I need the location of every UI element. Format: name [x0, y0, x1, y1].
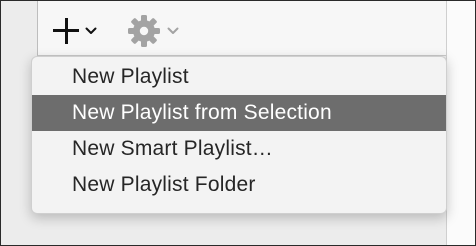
menu-item-new-playlist[interactable]: New Playlist: [32, 59, 446, 95]
menu-item-new-smart-playlist[interactable]: New Smart Playlist…: [32, 131, 446, 167]
menu-item-new-playlist-folder[interactable]: New Playlist Folder: [32, 167, 446, 203]
add-menu-button[interactable]: [53, 13, 105, 49]
gear-icon: [128, 15, 160, 47]
action-menu-button[interactable]: [127, 13, 183, 49]
app-window: New Playlist New Playlist from Selection…: [0, 0, 476, 246]
new-playlist-dropdown-menu: New Playlist New Playlist from Selection…: [31, 56, 447, 214]
chevron-down-icon: [167, 27, 179, 34]
menu-item-new-playlist-from-selection[interactable]: New Playlist from Selection: [32, 95, 446, 131]
chevron-down-icon: [85, 27, 97, 34]
plus-icon: [53, 18, 79, 44]
content-panel-edge: [446, 1, 475, 245]
